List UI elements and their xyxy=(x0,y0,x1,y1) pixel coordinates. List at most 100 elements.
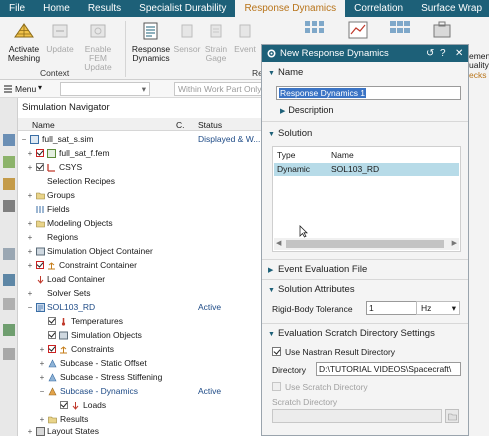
tree-row-simulation-object-container[interactable]: + Simulation Object Container xyxy=(18,245,268,258)
visibility-checkbox[interactable] xyxy=(36,163,44,171)
tree-row-subcase-stress-stiffening[interactable]: + Subcase - Stress Stiffening xyxy=(18,371,268,384)
tab-home[interactable]: Home xyxy=(34,0,79,17)
use-scratch-checkbox[interactable] xyxy=(272,382,281,391)
help-icon[interactable]: ? xyxy=(440,45,446,62)
expand-icon[interactable]: + xyxy=(26,217,34,230)
part-icon[interactable] xyxy=(3,156,15,168)
tree-row-simulation-objects[interactable]: Simulation Objects xyxy=(18,329,268,342)
tab-correlation[interactable]: Correlation xyxy=(345,0,412,17)
tree-row-selection-recipes[interactable]: Selection Recipes xyxy=(18,175,268,188)
tree-row-fem[interactable]: + full_sat_f.fem xyxy=(18,147,268,160)
subcase-icon xyxy=(48,373,57,382)
history-icon[interactable] xyxy=(3,178,15,190)
scroll-right-icon[interactable]: ▶ xyxy=(452,239,457,247)
expand-icon[interactable]: + xyxy=(26,147,34,160)
tree-row-fields[interactable]: Fields xyxy=(18,203,268,216)
tree-row-groups[interactable]: + Groups xyxy=(18,189,268,202)
update-button[interactable]: Update xyxy=(45,21,75,54)
expand-icon[interactable]: + xyxy=(38,371,46,384)
tab-specialist-durability[interactable]: Specialist Durability xyxy=(130,0,235,17)
tree-row-loads[interactable]: Loads xyxy=(18,399,268,412)
navigator-column-header: Name C. Status xyxy=(18,118,268,131)
table-header-type[interactable]: Type xyxy=(277,150,295,160)
selection-filter-dropdown[interactable]: ▾ xyxy=(60,82,150,96)
rigid-body-input[interactable]: 1 xyxy=(366,301,418,315)
collapse-icon[interactable]: − xyxy=(38,385,46,398)
tree-row-constraints[interactable]: + Constraints xyxy=(18,343,268,356)
section-scratch-header[interactable]: ▼ Evaluation Scratch Directory Settings xyxy=(268,328,435,339)
cube-icon[interactable] xyxy=(3,248,15,260)
roles-icon[interactable] xyxy=(3,274,15,286)
settings-icon[interactable] xyxy=(3,348,15,360)
collapse-icon[interactable]: − xyxy=(20,133,28,146)
tab-surface-wrap[interactable]: Surface Wrap xyxy=(412,0,489,17)
section-attributes-header[interactable]: ▼ Solution Attributes xyxy=(268,284,355,295)
activate-meshing-label2: Meshing xyxy=(7,53,41,63)
expand-icon[interactable]: + xyxy=(26,231,34,244)
activate-meshing-button[interactable]: Activate Meshing xyxy=(4,21,44,63)
use-nastran-checkbox[interactable] xyxy=(272,347,281,356)
expand-icon[interactable]: + xyxy=(26,425,34,436)
collapse-icon[interactable]: − xyxy=(26,301,34,314)
column-name[interactable]: Name xyxy=(32,120,55,130)
tree-row-solver-sets[interactable]: + Solver Sets xyxy=(18,287,268,300)
palette-icon[interactable] xyxy=(3,324,15,336)
tree-row-csys[interactable]: + CSYS xyxy=(18,161,268,174)
menu-button[interactable]: Menu xyxy=(15,84,36,94)
visibility-checkbox[interactable] xyxy=(48,331,56,339)
tab-results[interactable]: Results xyxy=(79,0,130,17)
strain-gage-icon xyxy=(210,24,222,38)
response-dynamics-button[interactable]: Response Dynamics xyxy=(130,21,172,63)
scratch-directory-input[interactable] xyxy=(272,409,442,423)
expand-icon[interactable]: + xyxy=(26,259,34,272)
tree-label: full_sat_s.sim xyxy=(42,134,94,144)
sensor-button[interactable]: Sensor xyxy=(173,21,201,54)
expand-icon[interactable]: + xyxy=(26,245,34,258)
tree-row-subcase-static-offset[interactable]: + Subcase - Static Offset xyxy=(18,357,268,370)
tree-row-load-container[interactable]: Load Container xyxy=(18,273,268,286)
expand-icon[interactable]: + xyxy=(26,287,34,300)
tree-row-constraint-container[interactable]: + Constraint Container xyxy=(18,259,268,272)
reset-icon[interactable]: ↺ xyxy=(426,45,434,62)
enable-fem-update-button[interactable]: Enable FEM Update xyxy=(76,21,120,72)
expand-icon[interactable]: + xyxy=(38,343,46,356)
visibility-checkbox[interactable] xyxy=(48,345,56,353)
browser-icon[interactable] xyxy=(3,298,15,310)
table-header-name[interactable]: Name xyxy=(331,150,354,160)
column-c[interactable]: C. xyxy=(176,120,185,130)
unit-dropdown[interactable]: Hz ▾ xyxy=(416,301,460,315)
directory-input[interactable]: D:\TUTORIAL VIDEOS\Spacecraft\ xyxy=(316,362,461,376)
close-icon[interactable]: ✕ xyxy=(455,45,463,62)
tab-file[interactable]: File xyxy=(0,0,34,17)
expand-icon[interactable]: + xyxy=(38,357,46,370)
section-name-header[interactable]: ▼ Name xyxy=(268,67,303,78)
tree-row-subcase-dynamics[interactable]: − Subcase - Dynamics Active xyxy=(18,385,268,398)
visibility-checkbox[interactable] xyxy=(36,261,44,269)
expand-icon[interactable]: + xyxy=(26,161,34,174)
column-status[interactable]: Status xyxy=(198,120,222,130)
navigator-icon[interactable] xyxy=(3,134,15,146)
tool-icon[interactable] xyxy=(3,200,15,212)
browse-folder-button[interactable] xyxy=(445,409,459,423)
event-button[interactable]: Event xyxy=(232,21,258,54)
scrollbar-thumb[interactable] xyxy=(286,240,444,248)
tree-row-regions[interactable]: + Regions xyxy=(18,231,268,244)
tree-row-layout-states[interactable]: + Layout States xyxy=(18,425,268,436)
tree-row-temperatures[interactable]: Temperatures xyxy=(18,315,268,328)
description-toggle[interactable]: ▶ Description xyxy=(280,105,333,115)
name-input[interactable]: Response Dynamics 1 xyxy=(276,86,461,100)
visibility-checkbox[interactable] xyxy=(36,149,44,157)
horizontal-scrollbar[interactable]: ◀ ▶ xyxy=(274,238,459,250)
tab-response-dynamics[interactable]: Response Dynamics xyxy=(235,0,346,17)
tree-row-sim[interactable]: − full_sat_s.sim Displayed & W... xyxy=(18,133,268,146)
scroll-left-icon[interactable]: ◀ xyxy=(276,239,281,247)
scope-dropdown[interactable]: Within Work Part Only xyxy=(174,82,268,96)
section-event-header[interactable]: ▶ Event Evaluation File xyxy=(268,264,367,275)
strain-gage-button[interactable]: Strain Gage xyxy=(202,21,230,63)
section-solution-header[interactable]: ▼ Solution xyxy=(268,128,312,139)
tree-row-modeling-objects[interactable]: + Modeling Objects xyxy=(18,217,268,230)
expand-icon[interactable]: + xyxy=(26,189,34,202)
visibility-checkbox[interactable] xyxy=(48,317,56,325)
tree-row-sol103-rd[interactable]: − SOL103_RD Active xyxy=(18,301,268,314)
visibility-checkbox[interactable] xyxy=(60,401,68,409)
